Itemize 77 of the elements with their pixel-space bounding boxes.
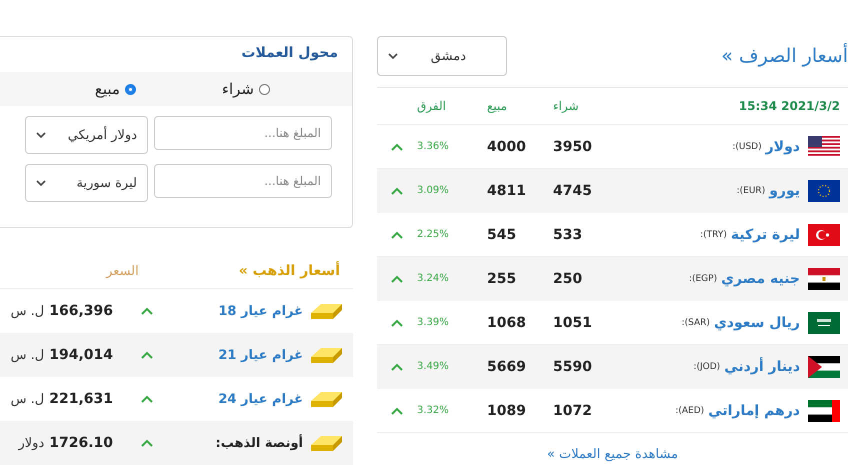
chevron-icon bbox=[36, 132, 46, 138]
column-header: مبيع bbox=[487, 99, 508, 113]
currency-name[interactable]: يورو bbox=[769, 182, 800, 198]
currency-code: (TRY): bbox=[700, 230, 727, 240]
change-percent: 3.36% bbox=[417, 141, 450, 152]
sell-price: 4811 bbox=[487, 182, 527, 198]
flag-icon bbox=[808, 180, 840, 202]
currency-code: (EGP): bbox=[688, 274, 718, 284]
update-time: 15:34 2021/3/2 bbox=[738, 99, 841, 113]
flag-icon bbox=[808, 136, 840, 158]
currency-select[interactable]: ليرة سورية bbox=[25, 164, 148, 202]
currency-code: (USD): bbox=[732, 142, 762, 152]
price-value: 194,014 bbox=[49, 347, 113, 363]
city-select[interactable]: دمشق bbox=[377, 36, 507, 76]
flag-icon bbox=[808, 268, 840, 290]
currency-code: (EUR): bbox=[736, 186, 766, 196]
currency-name[interactable]: ريال سعودي bbox=[714, 314, 800, 330]
column-header: شراء bbox=[553, 99, 580, 113]
currency-name[interactable]: دينار أردني bbox=[724, 358, 800, 374]
flag-icon bbox=[808, 400, 840, 422]
sell-price: 4000 bbox=[487, 138, 527, 154]
mode-radio[interactable]: شراء bbox=[222, 80, 270, 98]
price-value: 166,396 bbox=[49, 303, 113, 319]
ingot-icon bbox=[309, 345, 343, 365]
ingot-icon bbox=[309, 301, 343, 321]
change-percent: 3.32% bbox=[417, 405, 450, 416]
sell-price: 545 bbox=[487, 226, 518, 242]
change-percent: 3.09% bbox=[417, 185, 450, 196]
karat-label: أونصة الذهب: bbox=[214, 436, 304, 450]
change-percent: 3.39% bbox=[417, 317, 450, 328]
currency-name[interactable]: جنيه مصري bbox=[721, 270, 800, 286]
currency-name[interactable]: ليرة تركية bbox=[730, 226, 800, 242]
buy-price: 4745 bbox=[553, 182, 593, 198]
sell-price: 1068 bbox=[487, 314, 527, 330]
currency-name[interactable]: دولار bbox=[766, 138, 800, 154]
currency-select[interactable]: دولار أمريكي bbox=[25, 116, 148, 154]
amount-field[interactable]: المبلغ هنا... bbox=[154, 116, 332, 150]
price-value: 221,631 bbox=[49, 391, 113, 407]
buy-price: 1072 bbox=[553, 402, 593, 418]
column-header: الفرق bbox=[417, 99, 447, 113]
sell-price: 5669 bbox=[487, 358, 527, 374]
sell-price: 255 bbox=[487, 270, 518, 286]
chevron-icon bbox=[36, 180, 46, 186]
flag-icon bbox=[808, 224, 840, 246]
column-header: السعر bbox=[106, 264, 139, 278]
currency-code: (SAR): bbox=[682, 318, 710, 328]
buy-price: 250 bbox=[553, 270, 584, 286]
all-currencies-link[interactable]: مشاهدة جميع العملات » bbox=[546, 447, 678, 462]
change-percent: 3.24% bbox=[417, 273, 450, 284]
currency-code: (AED): bbox=[675, 406, 704, 416]
price-unit: دولار bbox=[18, 436, 44, 450]
currency-code: (JOD): bbox=[693, 362, 720, 372]
chevron-icon bbox=[388, 53, 398, 59]
buy-price: 3950 bbox=[553, 138, 593, 154]
change-percent: 3.49% bbox=[417, 361, 450, 372]
price-unit: ل. س bbox=[10, 348, 44, 362]
section-title[interactable]: أسعار الذهب » bbox=[238, 263, 340, 279]
mode-radio[interactable]: مبيع bbox=[94, 80, 136, 98]
karat-label[interactable]: غرام عيار 24 bbox=[173, 392, 309, 406]
section-title[interactable]: أسعار الصرف » bbox=[721, 45, 848, 67]
change-percent: 2.25% bbox=[417, 229, 450, 240]
buy-price: 533 bbox=[553, 226, 584, 242]
ingot-icon bbox=[309, 389, 343, 409]
buy-price: 5590 bbox=[553, 358, 593, 374]
buy-price: 1051 bbox=[553, 314, 593, 330]
flag-icon bbox=[808, 312, 840, 334]
price-unit: ل. س bbox=[10, 304, 44, 318]
amount-field[interactable]: المبلغ هنا... bbox=[154, 164, 332, 198]
price-unit: ل. س bbox=[10, 392, 44, 406]
karat-label[interactable]: غرام عيار 21 bbox=[173, 348, 309, 362]
sell-price: 1089 bbox=[487, 402, 527, 418]
karat-label[interactable]: غرام عيار 18 bbox=[173, 304, 309, 318]
currency-name[interactable]: درهم إماراتي bbox=[708, 402, 800, 418]
card-title: محول العملات bbox=[240, 44, 339, 63]
ingot-icon bbox=[309, 433, 343, 453]
price-value: 1726.10 bbox=[49, 435, 113, 451]
flag-icon bbox=[808, 356, 840, 378]
